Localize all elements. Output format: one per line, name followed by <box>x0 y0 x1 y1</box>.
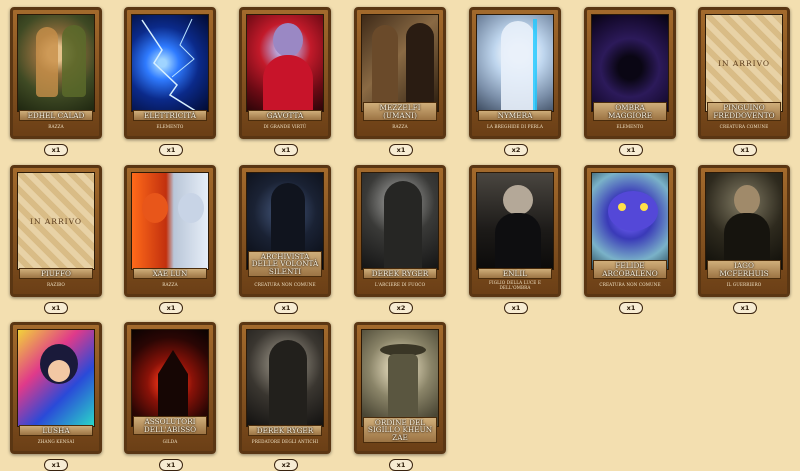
card-name: EDHEL CALAD <box>19 109 93 121</box>
card-name: PIUFFO <box>19 267 93 279</box>
card-iago-mcferhuis[interactable]: IAGO MCFERHUIS IL GUERRIERO <box>698 165 790 297</box>
card-subtitle: GILDA <box>162 439 178 445</box>
card-count: x1 <box>274 302 298 314</box>
card-subtitle: PREDATORE DEGLI ANTICHI <box>251 439 319 445</box>
card-derek-ryger-predator[interactable]: DEREK RYGER PREDATORE DEGLI ANTICHI <box>239 322 331 454</box>
card-art <box>361 329 439 427</box>
card-subtitle: ZHANG KENSAI <box>37 439 75 445</box>
card-name: ARCHIVISTA DELLE VOLONTÀ SILENTI <box>248 250 322 277</box>
card-subtitle: CREATURA NON COMUNE <box>254 282 316 288</box>
card-count: x2 <box>389 302 413 314</box>
card-count: x1 <box>389 144 413 156</box>
card-count: x2 <box>504 144 528 156</box>
card-art <box>131 14 209 112</box>
card-count: x2 <box>274 459 298 471</box>
card-mezzelfi[interactable]: MEZZELFI (UMANI) RAZZA <box>354 7 446 139</box>
card-name: ELETTRICITÀ <box>133 109 207 121</box>
card-lusha[interactable]: LUSHA ZHANG KENSAI <box>10 322 102 454</box>
card-assolutori[interactable]: ASSOLUTORI DELL'ABISSO GILDA <box>124 322 216 454</box>
card-art <box>591 172 669 270</box>
card-subtitle: LA BREGHIDE DI PERLA <box>487 124 543 130</box>
card-xae-lun[interactable]: XAE LUN RAZZA <box>124 165 216 297</box>
card-subtitle: L'ARCIERE DI FUOCO <box>374 282 426 288</box>
card-art <box>17 329 95 427</box>
card-ombra-maggiore[interactable]: OMBRA MAGGIORE ELEMENTO <box>584 7 676 139</box>
card-art <box>131 172 209 270</box>
card-subtitle: ELEMENTO <box>156 124 184 130</box>
card-art <box>705 172 783 270</box>
card-gavotta[interactable]: GAVOTTA DI GRANDE VIRTÙ <box>239 7 331 139</box>
card-count: x1 <box>619 144 643 156</box>
card-subtitle <box>361 437 439 448</box>
card-nymera[interactable]: NYMERA LA BREGHIDE DI PERLA <box>469 7 561 139</box>
card-subtitle: FIGLIO DELLA LUCE E DELL'OMBRA <box>488 280 542 290</box>
coming-soon-label: IN ARRIVO <box>717 58 770 68</box>
card-elettricita[interactable]: ELETTRICITÀ ELEMENTO <box>124 7 216 139</box>
card-archivista[interactable]: ARCHIVISTA DELLE VOLONTÀ SILENTI CREATUR… <box>239 165 331 297</box>
card-art <box>246 329 324 427</box>
card-name: PINGUINO FREDDOVENTO <box>707 102 781 121</box>
card-name: FELIDE ARCOBALENO <box>593 260 667 279</box>
card-subtitle: RAZZA <box>162 282 178 288</box>
card-count: x1 <box>44 302 68 314</box>
card-piuffo[interactable]: IN ARRIVO PIUFFO RAZIBO <box>10 165 102 297</box>
card-count: x1 <box>159 459 183 471</box>
card-enlil[interactable]: ENLIL FIGLIO DELLA LUCE E DELL'OMBRA <box>469 165 561 297</box>
card-art <box>361 172 439 270</box>
card-count: x1 <box>274 144 298 156</box>
card-count: x1 <box>44 459 68 471</box>
card-edhel-calad[interactable]: EDHEL CALAD RAZZA <box>10 7 102 139</box>
card-subtitle: RAZZA <box>48 124 64 130</box>
card-art <box>131 329 209 427</box>
lightning-icon <box>141 18 198 111</box>
card-name: IAGO MCFERHUIS <box>707 260 781 279</box>
card-subtitle: ELEMENTO <box>616 124 644 130</box>
card-subtitle: CREATURA COMUNE <box>719 124 769 130</box>
card-art <box>476 14 554 112</box>
card-count: x1 <box>504 302 528 314</box>
card-art-placeholder: IN ARRIVO <box>705 14 783 112</box>
card-art <box>17 14 95 112</box>
card-art <box>591 14 669 112</box>
card-subtitle: CREATURA NON COMUNE <box>599 282 661 288</box>
card-name: DEREK RYGER <box>248 424 322 436</box>
card-subtitle: RAZZA <box>392 124 408 130</box>
card-count: x1 <box>733 302 757 314</box>
card-subtitle: IL GUERRIERO <box>726 282 762 288</box>
card-name: OMBRA MAGGIORE <box>593 102 667 121</box>
card-count: x1 <box>44 144 68 156</box>
card-count: x1 <box>619 302 643 314</box>
card-derek-ryger-archer[interactable]: DEREK RYGER L'ARCIERE DI FUOCO <box>354 165 446 297</box>
card-subtitle: DI GRANDE VIRTÙ <box>263 124 307 130</box>
card-count: x1 <box>159 144 183 156</box>
card-count: x1 <box>733 144 757 156</box>
card-art <box>476 172 554 270</box>
card-name: MEZZELFI (UMANI) <box>363 102 437 121</box>
card-art-placeholder: IN ARRIVO <box>17 172 95 270</box>
card-name: DEREK RYGER <box>363 267 437 279</box>
card-name: ENLIL <box>478 267 552 279</box>
coming-soon-label: IN ARRIVO <box>29 216 82 226</box>
card-subtitle: RAZIBO <box>47 282 65 288</box>
card-name: NYMERA <box>478 109 552 121</box>
card-count: x1 <box>389 459 413 471</box>
card-name: XAE LUN <box>133 267 207 279</box>
card-ordine-del-sigillo[interactable]: ORDINE DEL SIGILLO KHEUN ZAE <box>354 322 446 454</box>
card-count: x1 <box>159 302 183 314</box>
card-name: LUSHA <box>19 424 93 436</box>
card-name: GAVOTTA <box>248 109 322 121</box>
card-pinguino-freddovento[interactable]: IN ARRIVO PINGUINO FREDDOVENTO CREATURA … <box>698 7 790 139</box>
card-name: ASSOLUTORI DELL'ABISSO <box>133 416 207 435</box>
card-felide-arcobaleno[interactable]: FELIDE ARCOBALENO CREATURA NON COMUNE <box>584 165 676 297</box>
card-art <box>246 14 324 112</box>
card-art <box>361 14 439 112</box>
